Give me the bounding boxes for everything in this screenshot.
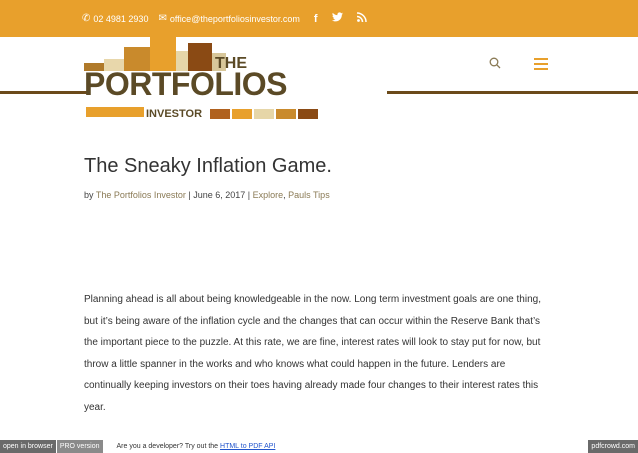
search-icon[interactable]: [489, 57, 501, 69]
phone-icon: ✆: [82, 13, 91, 24]
mail-icon: ✉: [158, 13, 167, 24]
pro-version-button[interactable]: PRO version: [56, 440, 103, 453]
logo-investor: INVESTOR: [146, 108, 203, 120]
post-header: The Sneaky Inflation Game. by The Portfo…: [84, 155, 554, 200]
email-address: office@theportfoliosinvestor.com: [169, 13, 300, 24]
post-meta: by The Portfolios Investor | June 6, 201…: [84, 190, 554, 200]
developer-note: Are you a developer? Try out the HTML to…: [117, 443, 276, 450]
meta-separator: |: [245, 190, 253, 200]
open-in-browser-button[interactable]: open in browser: [0, 440, 56, 453]
post-date: June 6, 2017: [193, 190, 246, 200]
pdfcrowd-brand[interactable]: pdfcrowd.com: [588, 440, 638, 453]
twitter-icon[interactable]: [331, 12, 343, 25]
post-body: Planning ahead is all about being knowle…: [84, 294, 541, 413]
pdf-footer-bar: open in browser PRO version Are you a de…: [0, 440, 638, 453]
category-link-explore[interactable]: Explore: [253, 190, 284, 200]
category-link-pauls-tips[interactable]: Pauls Tips: [288, 190, 330, 200]
email-contact[interactable]: ✉ office@theportfoliosinvestor.com: [158, 13, 299, 24]
header-divider-right: [387, 91, 638, 94]
phone-number: 02 4981 2930: [93, 13, 149, 24]
html-to-pdf-api-link[interactable]: HTML to PDF API: [220, 443, 275, 450]
post-title: The Sneaky Inflation Game.: [84, 155, 332, 177]
rss-icon[interactable]: [356, 12, 367, 25]
author-link[interactable]: The Portfolios Investor: [96, 190, 186, 200]
header-divider-left: [0, 91, 88, 94]
top-bar: ✆ 02 4981 2930 ✉ office@theportfoliosinv…: [0, 0, 638, 37]
facebook-icon[interactable]: f: [314, 13, 318, 25]
logo-portfolios: PORTFOLIOS: [84, 66, 288, 102]
meta-by: by: [84, 190, 94, 200]
hamburger-menu-icon[interactable]: [534, 58, 548, 73]
developer-note-text: Are you a developer? Try out the: [116, 443, 221, 450]
phone-contact[interactable]: ✆ 02 4981 2930: [82, 13, 148, 24]
